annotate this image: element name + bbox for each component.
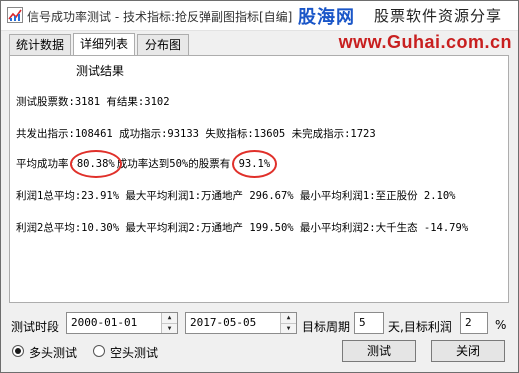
start-date-value: 2000-01-01 [71, 316, 138, 329]
close-button[interactable]: 关闭 [431, 340, 505, 362]
tab-distribution-chart[interactable]: 分布图 [137, 34, 189, 55]
watermark-slogan: 股票软件资源分享 [374, 7, 503, 25]
target-period-label: 目标周期 [302, 320, 351, 334]
percent-unit: % [495, 318, 507, 332]
profit2-line: 利润2总平均:10.30% 最大平均利润2:万通地产 199.50% 最小平均利… [16, 222, 469, 234]
start-date-spinner[interactable]: ▲ ▼ [161, 313, 177, 333]
stocks-tested-line: 测试股票数:3181 有结果:3102 [16, 96, 170, 108]
long-test-label[interactable]: 多头测试 [29, 344, 77, 361]
profit1-line: 利润1总平均:23.91% 最大平均利润1:万通地产 296.67% 最小平均利… [16, 190, 456, 202]
long-test-radio[interactable] [12, 345, 24, 357]
success-rate-highlight: 80.38% [69, 150, 122, 178]
target-period-input[interactable]: 5 [354, 312, 384, 334]
target-profit-input[interactable]: 2 [460, 312, 488, 334]
watermark-brand: 股海网 [298, 7, 355, 28]
results-panel: 测试结果 测试股票数:3181 有结果:3102 共发出指示:108461 成功… [9, 55, 509, 303]
spin-up-icon[interactable]: ▲ [162, 313, 177, 323]
tab-detail-list[interactable]: 详细列表 [73, 33, 135, 55]
watermark-banner: 股海网 股票软件资源分享 [292, 1, 518, 30]
end-date-picker[interactable]: 2017-05-05 ▲ ▼ [185, 312, 297, 334]
test-period-label: 测试时段 [11, 320, 60, 334]
short-test-label[interactable]: 空头测试 [110, 344, 158, 361]
signals-line: 共发出指示:108461 成功指示:93133 失败指标:13605 未完成指示… [16, 128, 376, 140]
results-title: 测试结果 [76, 64, 125, 78]
success-stock-label: 成功率达到50%的股票有: [116, 158, 237, 170]
start-date-picker[interactable]: 2000-01-01 ▲ ▼ [66, 312, 178, 334]
signal-test-window: 信号成功率测试 - 技术指标:抢反弹副图指标[自编]指 股海网 股票软件资源分享… [0, 0, 519, 373]
tab-statistics[interactable]: 统计数据 [9, 34, 71, 55]
target-profit-label: 天,目标利润 [388, 320, 452, 334]
watermark-url: www.Guhai.com.cn [338, 32, 512, 52]
app-chart-icon [7, 7, 23, 23]
window-title: 信号成功率测试 - 技术指标:抢反弹副图指标[自编]指 [27, 10, 305, 24]
title-bar: 信号成功率测试 - 技术指标:抢反弹副图指标[自编]指 股海网 股票软件资源分享 [1, 1, 518, 31]
success-stock-highlight: 93.1% [231, 150, 278, 178]
end-date-spinner[interactable]: ▲ ▼ [280, 313, 296, 333]
spin-down-icon[interactable]: ▼ [281, 323, 296, 333]
spin-down-icon[interactable]: ▼ [162, 323, 177, 333]
success-stock-value: 93.1% [238, 158, 271, 170]
success-rate-value: 80.38% [76, 158, 115, 170]
short-test-radio[interactable] [93, 345, 105, 357]
end-date-value: 2017-05-05 [190, 316, 257, 329]
success-rate-line: 平均成功率: 80.38% 成功率达到50%的股票有: 93.1% [16, 150, 278, 178]
spin-up-icon[interactable]: ▲ [281, 313, 296, 323]
success-rate-label: 平均成功率: [16, 158, 75, 170]
test-button[interactable]: 测试 [342, 340, 416, 362]
